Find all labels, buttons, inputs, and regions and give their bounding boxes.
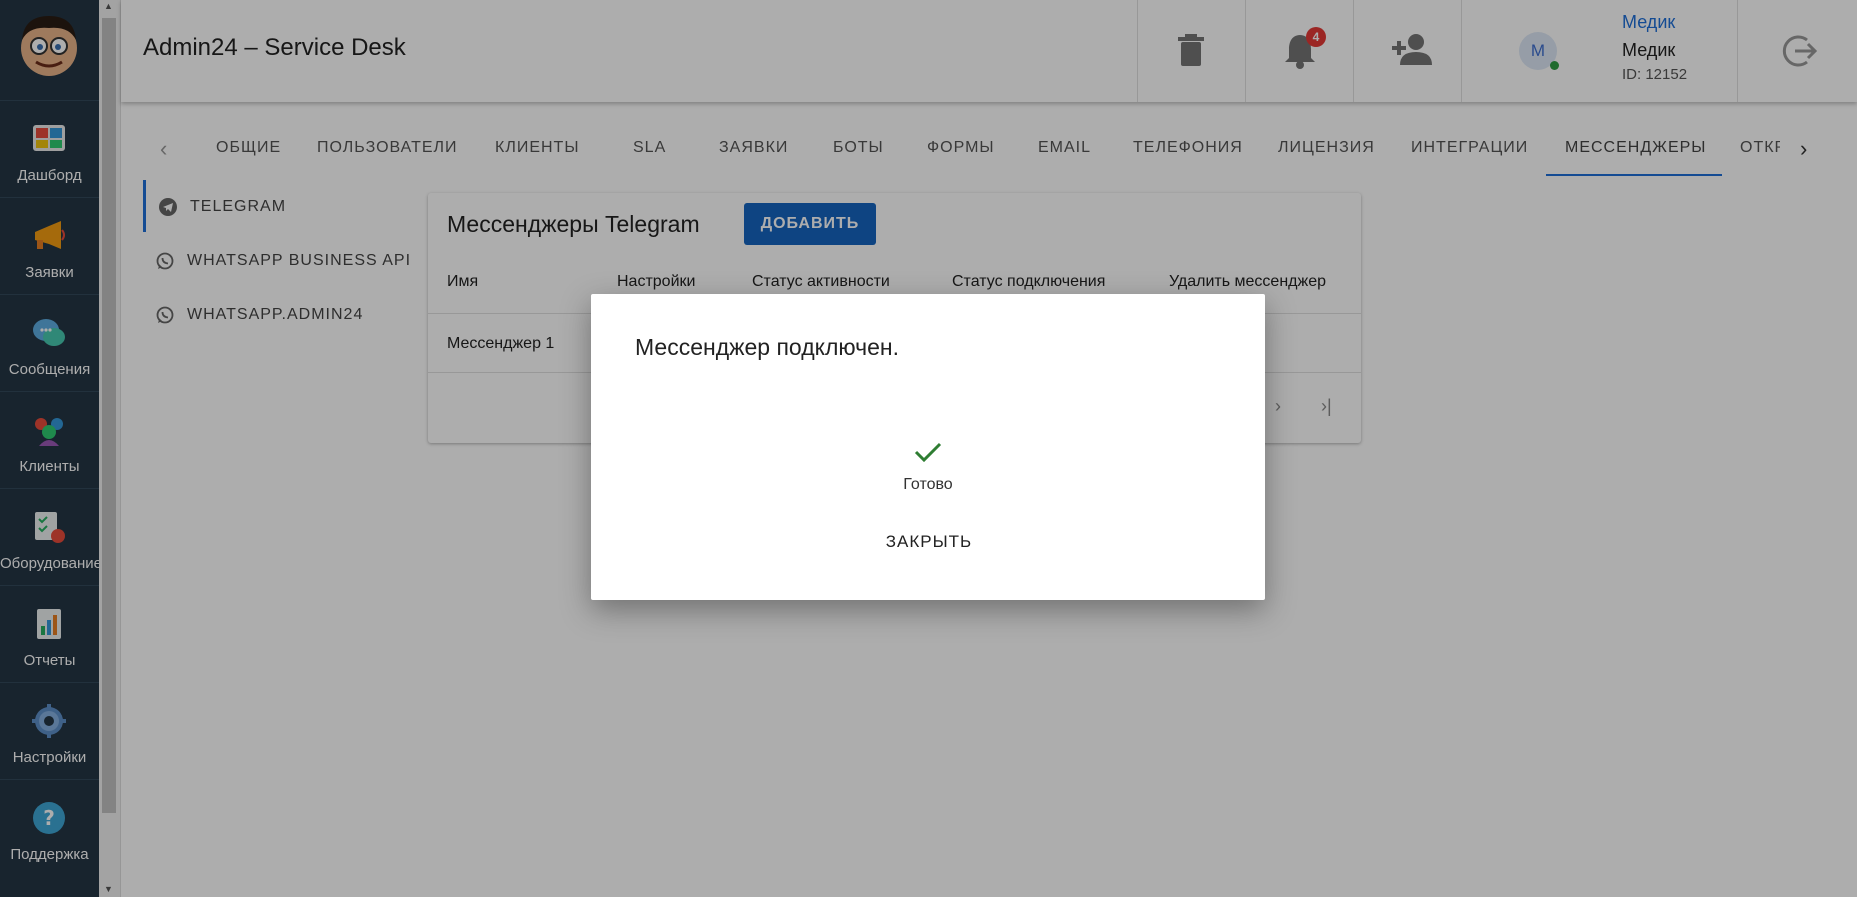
messenger-connected-dialog: Мессенджер подключен. Готово ЗАКРЫТЬ — [591, 294, 1265, 600]
close-button[interactable]: ЗАКРЫТЬ — [874, 522, 984, 562]
dialog-title: Мессенджер подключен. — [635, 334, 899, 360]
check-icon — [914, 442, 942, 463]
dialog-status: Готово — [903, 476, 953, 493]
